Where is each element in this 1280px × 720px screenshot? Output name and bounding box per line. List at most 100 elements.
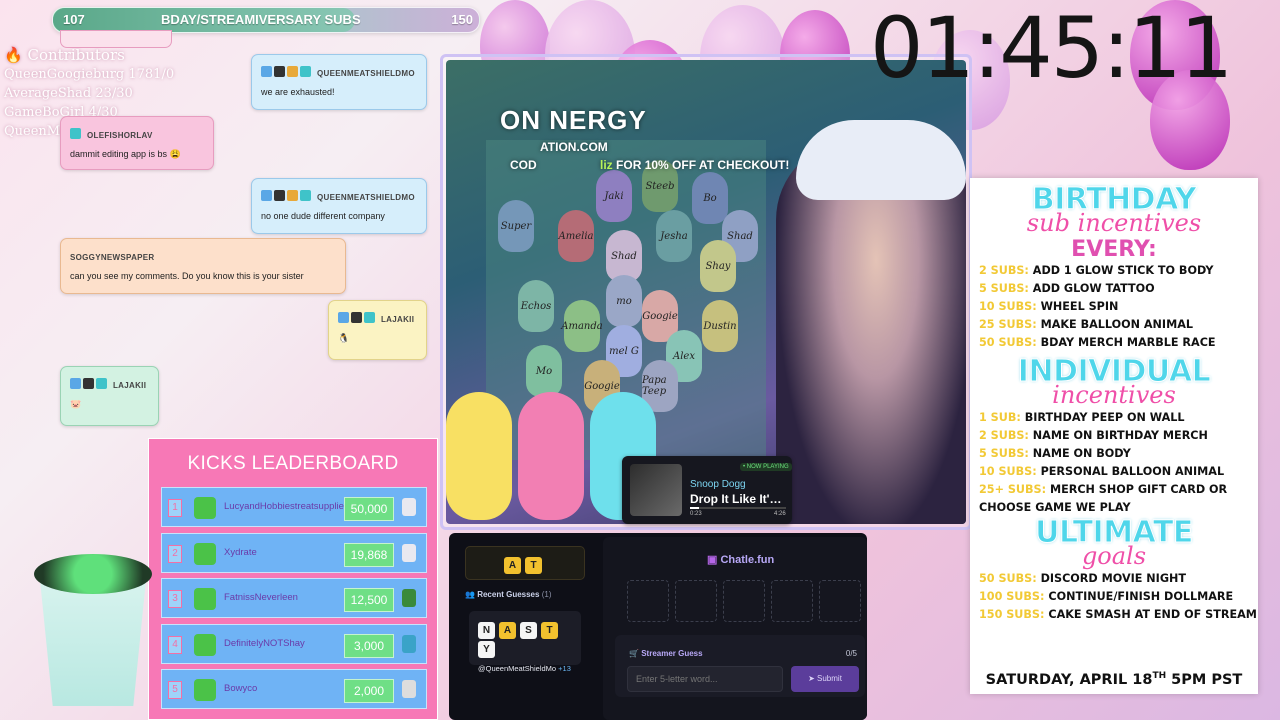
incentive-count: 25 SUBS: bbox=[979, 318, 1037, 331]
incentive-row: 150 SUBS: CAKE SMASH AT END OF STREAM bbox=[970, 606, 1258, 624]
incentive-count: 1 SUB: bbox=[979, 411, 1021, 424]
sponsor-code: liz bbox=[600, 158, 613, 172]
event-date-time: 5PM PST bbox=[1166, 672, 1243, 688]
avatar bbox=[194, 588, 216, 610]
peep-yellow bbox=[446, 392, 512, 520]
incentive-text: NAME ON BIRTHDAY MERCH bbox=[1032, 429, 1208, 442]
chat-username: LAJAKII bbox=[113, 381, 147, 390]
reward-icon bbox=[402, 498, 416, 516]
leaderboard-name: DefinitelyNOTShay bbox=[224, 637, 305, 649]
guess-card: N A S T Y @QueenMeatShieldMo +13 bbox=[469, 611, 581, 673]
incentive-text: ADD 1 GLOW STICK TO BODY bbox=[1032, 264, 1214, 277]
peep-name: Mo bbox=[526, 345, 562, 397]
peep-name: Jaki bbox=[596, 170, 632, 222]
incentive-text: MAKE BALLOON ANIMAL bbox=[1040, 318, 1194, 331]
submit-button[interactable]: ➤ Submit bbox=[791, 666, 859, 692]
streamer-guess-panel: 🛒 Streamer Guess 0/5 ➤ Submit bbox=[615, 635, 865, 697]
incentive-text: CAKE SMASH AT END OF STREAM bbox=[1048, 608, 1257, 621]
badge-icons bbox=[261, 190, 311, 202]
incentive-count: 150 SUBS: bbox=[979, 608, 1045, 621]
recent-guesses-count: (1) bbox=[541, 590, 552, 599]
leaderboard-amount: 50,000 bbox=[344, 497, 394, 521]
incentive-row: 100 SUBS: CONTINUE/FINISH DOLLMARE bbox=[970, 588, 1258, 606]
incentive-row: 2 SUBS: ADD 1 GLOW STICK TO BODY bbox=[970, 262, 1258, 280]
chat-text: 🐷 bbox=[70, 399, 82, 409]
sponsor-code-suffix: FOR 10% OFF AT CHECKOUT! bbox=[616, 158, 790, 172]
incentive-row: 25 SUBS: MAKE BALLOON ANIMAL bbox=[970, 316, 1258, 334]
event-date-main: SATURDAY, APRIL 18 bbox=[985, 672, 1153, 688]
chat-username: LAJAKII bbox=[381, 315, 415, 324]
incentive-text: MERCH SHOP GIFT CARD OR bbox=[1049, 483, 1228, 496]
chat-username: OLEFISHORLAV bbox=[87, 131, 153, 140]
leaderboard-name: Bowyco bbox=[224, 683, 258, 694]
people-icon: 👥 bbox=[465, 590, 475, 599]
submit-label: Submit bbox=[817, 674, 842, 683]
leaderboard-row: 2 Xydrate 19,868 bbox=[161, 532, 427, 573]
chat-text: no one dude different company bbox=[261, 211, 385, 221]
letter-tile: T bbox=[525, 557, 542, 574]
birthday-subtitle: sub incentives bbox=[1026, 209, 1202, 237]
letter-tile: T bbox=[541, 622, 558, 639]
fire-icon: 🔥 bbox=[4, 46, 23, 64]
every-list: 2 SUBS: ADD 1 GLOW STICK TO BODY 5 SUBS: … bbox=[970, 262, 1258, 352]
incentive-row: 1 SUB: BIRTHDAY PEEP ON WALL bbox=[970, 409, 1258, 427]
sponsor-code-prefix: COD bbox=[510, 158, 537, 172]
individual-subtitle: incentives bbox=[1052, 381, 1176, 409]
incentive-text: PERSONAL BALLOON ANIMAL bbox=[1040, 465, 1225, 478]
current-word-box: AT bbox=[465, 546, 585, 580]
leaderboard-row: 4 DefinitelyNOTShay 3,000 bbox=[161, 623, 427, 664]
peep-name: Echos bbox=[518, 280, 554, 332]
sponsor-url: ATION.COM bbox=[540, 140, 608, 154]
answer-slot bbox=[771, 580, 813, 622]
leaderboard-title: KICKS LEADERBOARD bbox=[187, 453, 399, 474]
chat-username: SOGGYNEWSPAPER bbox=[70, 253, 155, 262]
incentive-row: 5 SUBS: NAME ON BODY bbox=[970, 445, 1258, 463]
incentive-row: 2 SUBS: NAME ON BIRTHDAY MERCH bbox=[970, 427, 1258, 445]
leaderboard-amount: 2,000 bbox=[344, 679, 394, 703]
chat-username: QUEENMEATSHIELDMO bbox=[317, 69, 415, 78]
reward-icon bbox=[402, 680, 416, 698]
answer-slot bbox=[723, 580, 765, 622]
avatar bbox=[194, 542, 216, 565]
streamer-guess-label: Streamer Guess bbox=[641, 649, 703, 658]
chat-username: QUEENMEATSHIELDMO bbox=[317, 193, 415, 202]
peep-name: Super bbox=[498, 200, 534, 252]
track-progress-bar bbox=[690, 507, 786, 509]
leaderboard-row: 1 LucyandHobbiestreatsupplie 50,000 bbox=[161, 487, 427, 527]
sponsor-title: ON NERGY bbox=[500, 105, 647, 135]
chat-message: SOGGYNEWSPAPER can you see my comments. … bbox=[60, 238, 346, 294]
letter-tile: A bbox=[504, 557, 521, 574]
incentive-text: BDAY MERCH MARBLE RACE bbox=[1040, 336, 1216, 349]
leaderboard-row: 3 FatnissNeverleen 12,500 bbox=[161, 578, 427, 618]
leaderboard-amount: 3,000 bbox=[344, 633, 394, 658]
incentive-count: 50 SUBS: bbox=[979, 336, 1037, 349]
chat-text: we are exhausted! bbox=[261, 87, 335, 97]
avatar bbox=[194, 679, 216, 701]
guess-points: +13 bbox=[558, 664, 571, 673]
incentive-text: BIRTHDAY PEEP ON WALL bbox=[1024, 411, 1185, 424]
leaderboard-name: Xydrate bbox=[224, 546, 257, 558]
incentive-text: WHEEL SPIN bbox=[1040, 300, 1119, 313]
ultimate-list: 50 SUBS: DISCORD MOVIE NIGHT 100 SUBS: CO… bbox=[970, 570, 1258, 624]
incentive-row: 50 SUBS: DISCORD MOVIE NIGHT bbox=[970, 570, 1258, 588]
letter-tile: N bbox=[478, 622, 495, 639]
incentive-text: CONTINUE/FINISH DOLLMARE bbox=[1048, 590, 1234, 603]
event-date: SATURDAY, APRIL 18TH 5PM PST bbox=[970, 671, 1258, 688]
letter-tile: Y bbox=[478, 641, 495, 658]
incentive-count: 5 SUBS: bbox=[979, 447, 1029, 460]
letter-tile: A bbox=[499, 622, 516, 639]
leaderboard-rank: 1 bbox=[168, 499, 182, 517]
sub-goal-target: 150 bbox=[451, 12, 473, 27]
track-elapsed: 0:23 bbox=[690, 511, 702, 517]
contributor-item: AverageShad 23/30 bbox=[4, 86, 133, 101]
guess-input[interactable] bbox=[627, 666, 783, 692]
recent-guesses-title: Recent Guesses bbox=[477, 590, 540, 599]
incentive-row: 50 SUBS: BDAY MERCH MARBLE RACE bbox=[970, 334, 1258, 352]
incentive-count: 100 SUBS: bbox=[979, 590, 1045, 603]
now-playing-badge: • NOW PLAYING bbox=[740, 463, 792, 471]
peep-name: Amanda bbox=[561, 300, 603, 352]
streamer-guess-count: 0/5 bbox=[845, 649, 857, 658]
now-playing-widget: • NOW PLAYING Snoop Dogg Drop It Like It… bbox=[622, 456, 792, 524]
incentive-count: 10 SUBS: bbox=[979, 300, 1037, 313]
incentive-row: 10 SUBS: WHEEL SPIN bbox=[970, 298, 1258, 316]
